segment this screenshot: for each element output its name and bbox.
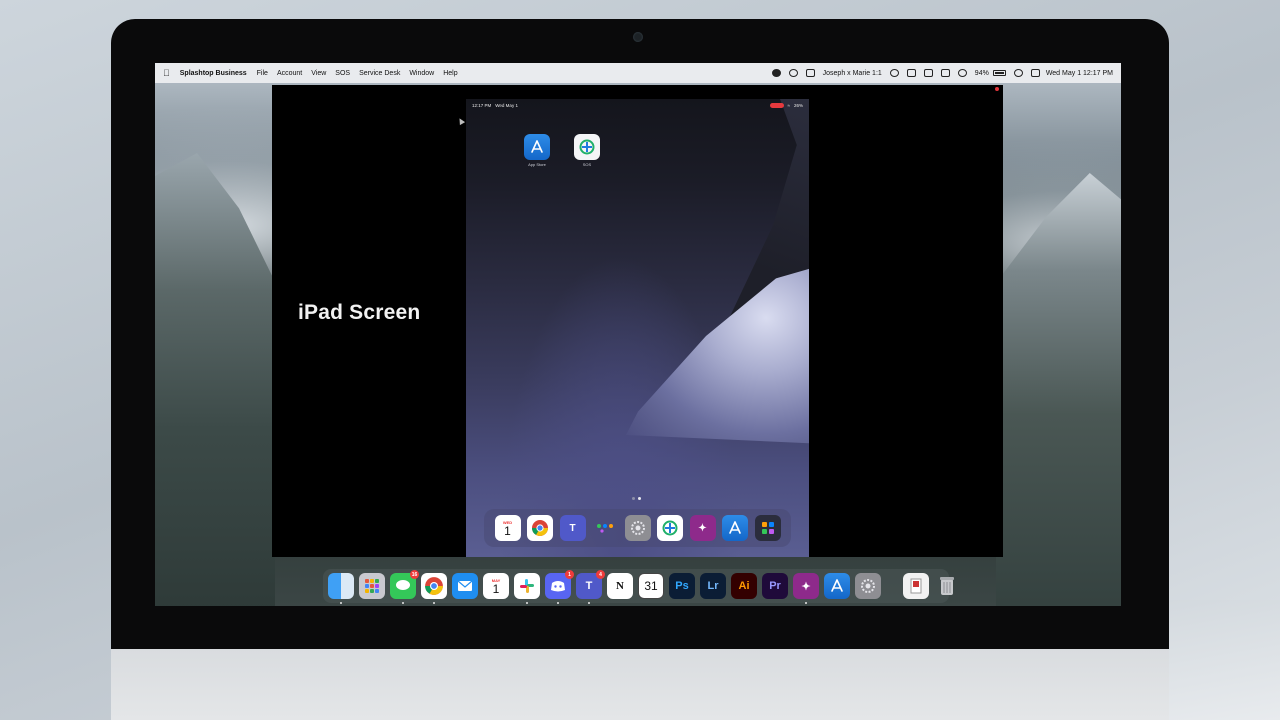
app-store-icon[interactable] (824, 573, 850, 599)
camera-icon (633, 32, 643, 42)
menu-account[interactable]: Account (277, 70, 302, 77)
splashtop-viewer-window[interactable]: iPad Screen 12:17 PM Wed May 1 ≈ 26% App… (272, 85, 1003, 557)
lightroom-icon[interactable]: Lr (700, 573, 726, 599)
share-icon[interactable] (906, 69, 916, 77)
app-label: App Store (528, 162, 546, 167)
discord-badge: 1 (565, 570, 574, 579)
ipad-screen-caption: iPad Screen (298, 301, 421, 324)
battery-icon[interactable] (992, 70, 1006, 76)
menu-window[interactable]: Window (409, 70, 434, 77)
calendar-icon[interactable]: WED 1 (494, 515, 521, 541)
sos-icon[interactable] (657, 515, 683, 541)
ipad-date: Wed May 1 (495, 102, 518, 108)
menu-file[interactable]: File (257, 70, 268, 77)
wifi-icon: ≈ (787, 102, 790, 108)
screen-recording-indicator (769, 102, 784, 108)
finder-icon[interactable] (328, 573, 354, 604)
mail-icon[interactable] (452, 573, 478, 599)
page-indicator[interactable] (632, 497, 641, 500)
record-status-icon[interactable] (771, 69, 781, 77)
discord-icon[interactable]: 1 (545, 570, 574, 604)
launchpad-icon[interactable] (359, 573, 385, 599)
menu-sos[interactable]: SOS (335, 70, 350, 77)
premiere-icon[interactable]: Pr (762, 573, 788, 599)
app-label: SOS (582, 162, 592, 167)
settings-icon[interactable] (624, 515, 651, 541)
ipad-battery-percent: 26% (793, 102, 803, 108)
sos-icon (574, 134, 600, 160)
cloud-icon[interactable] (788, 69, 798, 77)
calendar-icon[interactable]: MAY 1 (483, 573, 509, 599)
document-icon[interactable] (903, 573, 929, 599)
mac-screen:  Splashtop Business File Account View S… (155, 63, 1121, 606)
apple-menu-icon[interactable]:  (163, 68, 170, 78)
wallpaper-shape (626, 264, 809, 444)
focus-moon-icon[interactable] (957, 69, 967, 77)
menu-bar:  Splashtop Business File Account View S… (155, 63, 1121, 83)
chrome-icon[interactable] (421, 573, 447, 604)
teams-icon[interactable]: T (559, 515, 586, 541)
system-settings-icon[interactable] (855, 573, 881, 599)
monitor-chin (111, 649, 1169, 720)
app-store-icon[interactable] (722, 515, 748, 541)
notion-icon[interactable]: N (607, 573, 633, 599)
mac-dock: 16 MAY 1 1 T 4 N 31 Ps Lr Ai Pr ✦ (323, 569, 954, 604)
chrome-icon[interactable] (527, 515, 553, 541)
menu-view[interactable]: View (311, 70, 326, 77)
splashtop-icon[interactable]: ✦ (689, 515, 716, 541)
meeting-session-label[interactable]: Joseph x Marie 1:1 (823, 70, 882, 77)
ipad-remote-screen[interactable]: 12:17 PM Wed May 1 ≈ 26% App Store SOS W… (466, 99, 809, 557)
wallpaper-mountain-left (155, 153, 275, 606)
menu-service-desk[interactable]: Service Desk (359, 70, 400, 77)
mouse-cursor-icon (456, 116, 466, 126)
messages-icon[interactable]: 16 (390, 570, 419, 604)
trash-icon[interactable] (934, 573, 960, 599)
folder-icon[interactable] (592, 515, 618, 541)
screen-icon[interactable] (923, 69, 933, 77)
google-calendar-icon[interactable]: 31 (638, 573, 664, 599)
illustrator-icon[interactable]: Ai (731, 573, 757, 599)
ipad-app-sos[interactable]: SOS (572, 134, 602, 167)
ipad-dock: WED 1 T ✦ (484, 509, 791, 547)
app-store-icon (524, 134, 550, 160)
teams-badge: 4 (596, 570, 605, 579)
teams-icon[interactable]: T 4 (576, 570, 605, 604)
app-library-icon[interactable] (754, 515, 781, 541)
control-center-icon[interactable] (1030, 69, 1040, 77)
ipad-app-app-store[interactable]: App Store (522, 134, 552, 167)
close-icon[interactable] (995, 87, 999, 91)
stand-background (1168, 600, 1280, 720)
calendar-day: 1 (492, 581, 500, 596)
splashtop-icon[interactable]: ✦ (793, 573, 819, 604)
calendar-day: 1 (504, 523, 511, 538)
slack-icon[interactable] (514, 573, 540, 604)
page-dot (632, 497, 635, 500)
display-icon[interactable] (940, 69, 950, 77)
menubar-clock[interactable]: Wed May 1 12:17 PM (1046, 70, 1113, 77)
no-cloud-icon[interactable] (889, 69, 899, 77)
wallpaper-mountain-right (996, 173, 1121, 606)
gcal-day: 31 (644, 579, 658, 593)
battery-percent: 94% (974, 69, 989, 77)
menu-app-name[interactable]: Splashtop Business (180, 70, 247, 77)
photoshop-icon[interactable]: Ps (669, 573, 695, 599)
ipad-time: 12:17 PM (472, 102, 492, 108)
wifi-icon[interactable] (1013, 69, 1023, 77)
menu-help[interactable]: Help (443, 70, 457, 77)
ipad-status-bar: 12:17 PM Wed May 1 ≈ 26% (466, 99, 809, 111)
messages-badge: 16 (410, 570, 419, 579)
page-dot-active (638, 497, 641, 500)
notion-menu-icon[interactable] (805, 69, 815, 77)
